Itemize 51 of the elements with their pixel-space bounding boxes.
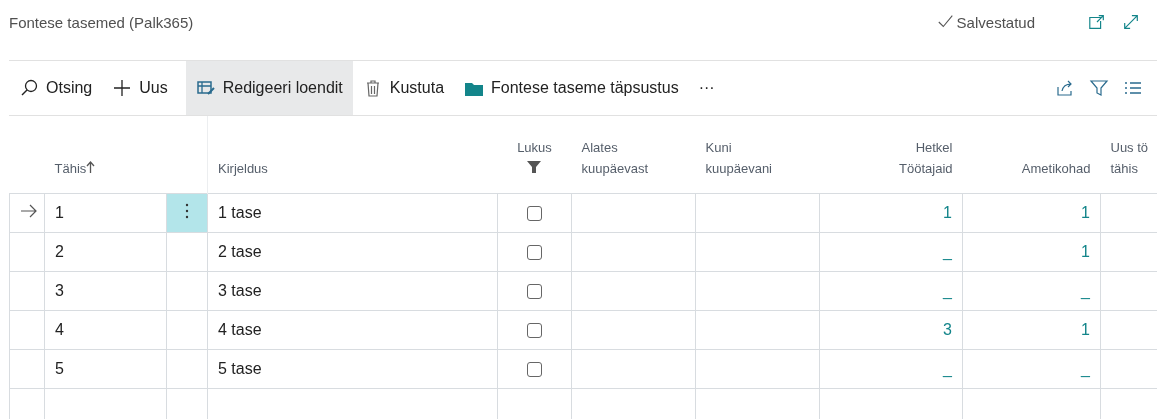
- filter-icon: [527, 160, 542, 173]
- more-button[interactable]: ···: [688, 61, 725, 115]
- more-vertical-icon: [185, 201, 189, 220]
- column-header[interactable]: Tähis: [54, 157, 96, 179]
- column-header[interactable]: Alates kuupäevast: [581, 136, 648, 179]
- toolbar-button[interactable]: Otsing: [9, 61, 103, 115]
- column-header[interactable]: Hetkel Töötajaid: [899, 136, 953, 179]
- arrow-right-icon: [20, 203, 38, 218]
- filter-icon: [1089, 78, 1109, 98]
- page-title: Fontese tasemed (Palk365): [9, 13, 195, 31]
- toolbar-button[interactable]: Redigeeri loendit: [185, 61, 353, 115]
- column-header[interactable]: Uus tö tähis: [1110, 136, 1149, 179]
- toolbar-button[interactable]: Fontese taseme täpsustus: [454, 61, 689, 115]
- table-cell[interactable]: _: [1081, 281, 1090, 299]
- table-cell: 3 tase: [218, 281, 262, 299]
- table-cell[interactable]: 1: [1081, 320, 1090, 338]
- checkbox[interactable]: [527, 322, 542, 338]
- checkbox[interactable]: [527, 205, 542, 221]
- table-cell[interactable]: 1: [1081, 242, 1090, 260]
- expand-icon: [1122, 13, 1140, 31]
- save-status: Salvestatud: [956, 13, 1035, 31]
- table-cell[interactable]: 3: [943, 320, 952, 338]
- checkbox[interactable]: [527, 283, 542, 299]
- table-cell[interactable]: 1: [1081, 203, 1090, 221]
- toolbar-button[interactable]: Uus: [102, 61, 178, 115]
- column-header[interactable]: Kuni kuupäevani: [705, 136, 772, 179]
- table-cell: 3: [55, 281, 64, 299]
- table-cell[interactable]: _: [943, 359, 952, 377]
- column-header[interactable]: Lukus: [517, 136, 552, 179]
- column-header[interactable]: Kirjeldus: [218, 157, 268, 179]
- table-cell[interactable]: _: [1081, 359, 1090, 377]
- table-cell: 2: [55, 242, 64, 260]
- table-cell: 5: [55, 359, 64, 377]
- table-cell: 4: [55, 320, 64, 338]
- share-icon: [1055, 78, 1075, 98]
- column-header[interactable]: Ametikohad: [1021, 157, 1091, 179]
- table-cell: 1 tase: [218, 203, 262, 221]
- open-window-icon: [1088, 13, 1106, 31]
- table-cell: 2 tase: [218, 242, 262, 260]
- sort-up-icon: [86, 160, 96, 173]
- table-cell[interactable]: _: [943, 281, 952, 299]
- table-cell[interactable]: 1: [943, 203, 952, 221]
- table-cell: 4 tase: [218, 320, 262, 338]
- table-cell: 5 tase: [218, 359, 262, 377]
- checkbox[interactable]: [527, 244, 542, 260]
- table-cell[interactable]: _: [943, 242, 952, 260]
- checkbox[interactable]: [527, 361, 542, 377]
- plus-icon: [112, 78, 133, 98]
- table-cell: 1: [55, 203, 64, 221]
- search-icon: [19, 78, 39, 98]
- toolbar-button[interactable]: Kustuta: [352, 61, 455, 115]
